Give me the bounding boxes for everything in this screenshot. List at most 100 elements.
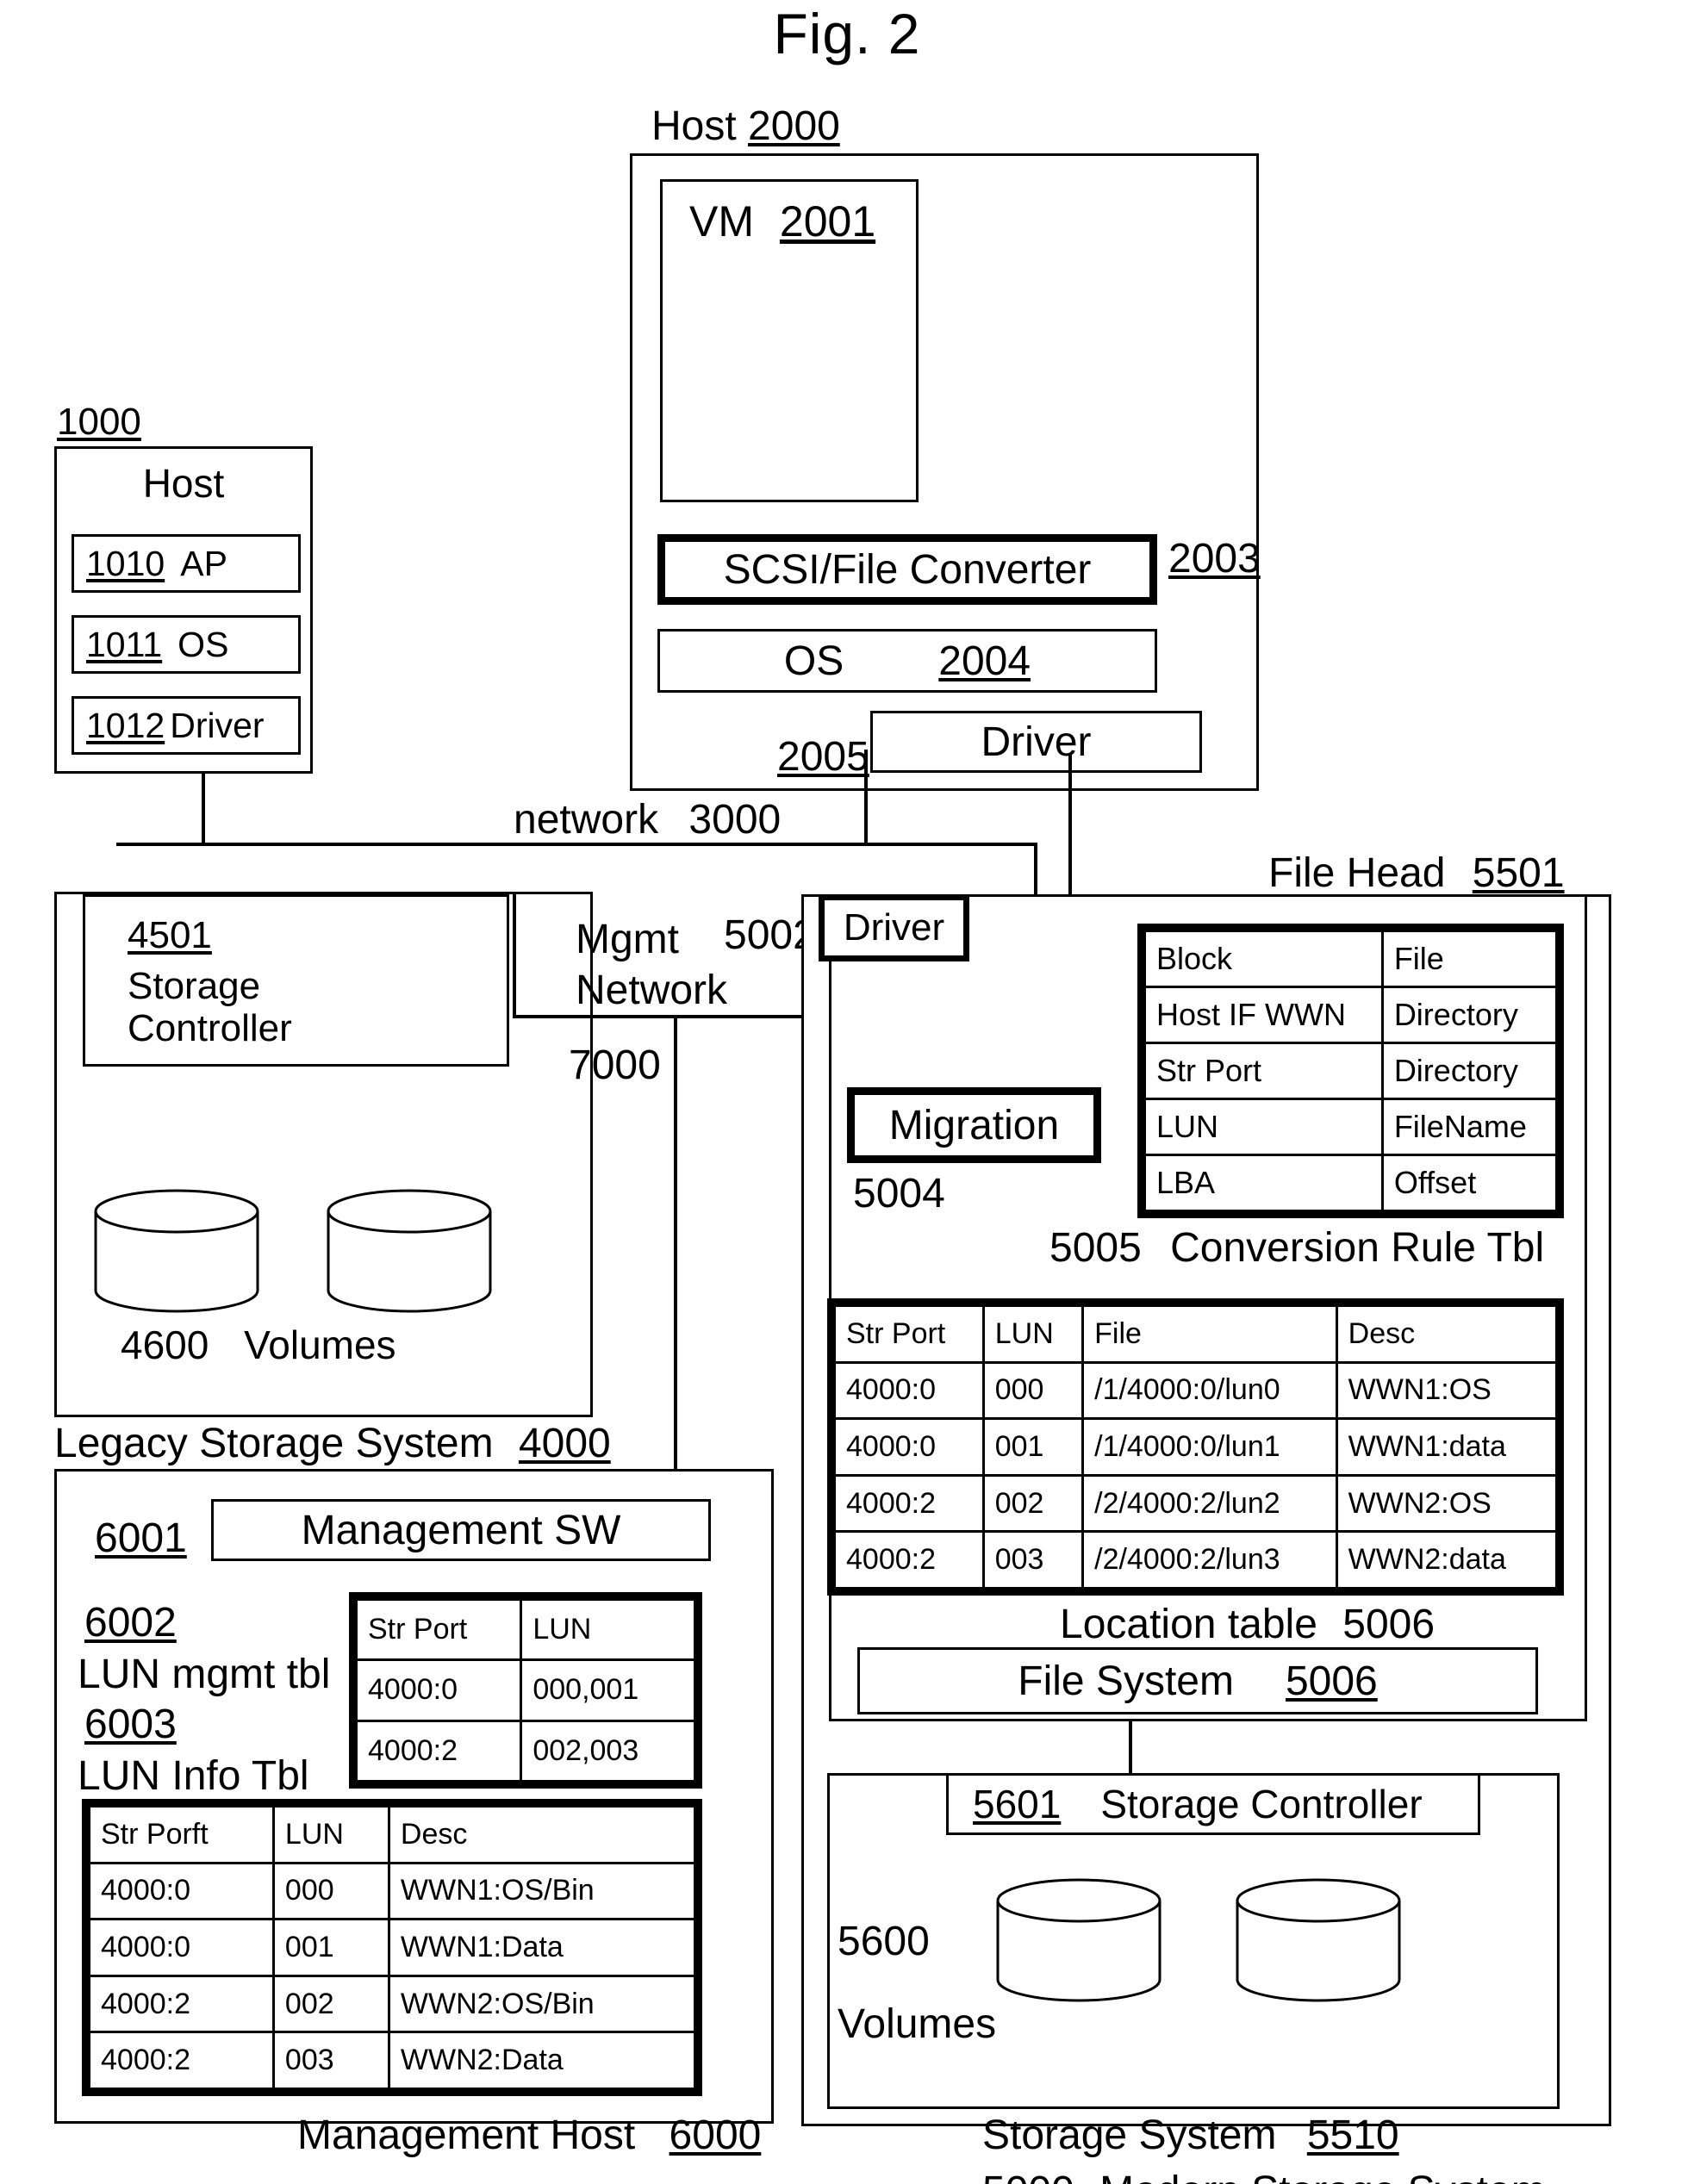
management-host-footer-label: Management Host (297, 2112, 636, 2158)
lun-mgmt-row: 4000:2 002,003 (354, 1719, 696, 1783)
lun-info-cell: 4000:2 (88, 2031, 275, 2090)
conversion-rule-header-cell: File (1380, 930, 1559, 988)
host-2000-driver-box: Driver (870, 711, 1202, 773)
lun-info-table: Str Porft LUN Desc 4000:0 000 WWN1:OS/Bin 4000… (82, 1799, 702, 2096)
network-3000-bus (116, 843, 1037, 846)
vm-ref: 2001 (779, 197, 876, 246)
management-sw-box: Management SW (211, 1499, 711, 1561)
conversion-rule-cell: Directory (1380, 986, 1559, 1044)
legacy-controller-line1: Storage (128, 965, 261, 1007)
file-head-driver-box: Driver (819, 894, 969, 961)
location-table: Str Port LUN File Desc 4000:0 000/1/4000:0/lu… (827, 1298, 1564, 1596)
network-3000-header: network 3000 (514, 800, 781, 841)
lun-info-label: LUN Info Tbl (78, 1753, 309, 1799)
storage-controller-5601-ref: 5601 (973, 1782, 1062, 1826)
conversion-rule-caption: 5005 Conversion Rule Tbl (1049, 1228, 1544, 1269)
conversion-rule-cell: Str Port (1143, 1042, 1384, 1100)
migration-box: Migration (847, 1087, 1101, 1163)
network-drop-filehead-right (1068, 753, 1072, 903)
driver-ref: 1012 (86, 705, 165, 745)
legacy-controller-label: Storage Controller (128, 965, 292, 1050)
legacy-volumes-header: 4600 Volumes (121, 1325, 396, 1365)
converter-ref: 2003 (1168, 536, 1261, 582)
conversion-rule-row: LUN FileName (1143, 1098, 1559, 1156)
file-head-label: File Head (1268, 850, 1446, 896)
modern-volumes-ref: 5600 (838, 1919, 930, 1964)
network-drop-host1000 (202, 774, 205, 846)
location-table-cell: /1/4000:0/lun0 (1081, 1360, 1338, 1421)
host-2000-ref: 2000 (748, 103, 840, 149)
mgmt-network-drop-mgmthost (674, 1015, 677, 1484)
host-1000-os-box: 1011 OS (72, 615, 301, 674)
lun-info-cell: WWN1:OS/Bin (387, 1861, 697, 1921)
conversion-rule-cell: Directory (1380, 1042, 1559, 1100)
location-table-cell: WWN1:data (1335, 1417, 1559, 1477)
lun-info-cell: 4000:0 (88, 1918, 275, 1977)
driver-label: Driver (170, 705, 265, 745)
lun-info-cell: 001 (271, 1918, 390, 1977)
location-table-cell: WWN2:OS (1335, 1473, 1559, 1534)
legacy-controller-ref: 4501 (128, 914, 212, 956)
lun-info-cell: WWN2:Data (387, 2031, 697, 2090)
file-system-label: File System (1018, 1658, 1234, 1704)
lun-info-cell: 4000:2 (88, 1974, 275, 2034)
file-system-to-storage-connector (1129, 1721, 1132, 1775)
location-table-row: 4000:0 000/1/4000:0/lun0 WWN1:OS (833, 1360, 1559, 1421)
network-drop-filehead-left (1034, 843, 1037, 901)
lun-info-header-cell: Desc (387, 1805, 697, 1864)
management-sw-ref: 6001 (95, 1515, 187, 1561)
scsi-file-converter-label: SCSI/File Converter (723, 546, 1092, 593)
location-table-cell: WWN2:data (1335, 1530, 1559, 1590)
location-table-header-cell: File (1081, 1304, 1338, 1364)
legacy-volumes-label: Volumes (244, 1322, 396, 1367)
conversion-rule-cell: LUN (1143, 1098, 1384, 1156)
host-1000-ref: 1000 (57, 401, 141, 443)
conversion-rule-cell: FileName (1380, 1098, 1559, 1156)
location-table-cell: 001 (981, 1417, 1085, 1477)
modern-volumes-header: 5600 Volumes (838, 1901, 996, 2066)
location-table-cell: 4000:0 (833, 1417, 985, 1477)
network-drop-legacy (864, 750, 868, 846)
conversion-rule-cell: Offset (1380, 1154, 1559, 1212)
location-table-caption: Location table 5006 (1060, 1604, 1435, 1646)
legacy-volume-cylinder-1 (94, 1189, 259, 1313)
modern-storage-label: Modern Storage System (1099, 2168, 1546, 2184)
lun-info-header-row: Str Porft LUN Desc (88, 1805, 697, 1864)
modern-storage-footer: 5000 Modern Storage System (982, 2171, 1546, 2184)
file-head-ref: 5501 (1472, 850, 1565, 896)
lun-info-header-cell: Str Porft (88, 1805, 275, 1864)
location-table-cell: 4000:2 (833, 1530, 985, 1590)
location-table-cell: 4000:2 (833, 1473, 985, 1534)
host-2000-os-label: OS (783, 638, 844, 684)
lun-mgmt-cell: 4000:0 (354, 1658, 523, 1722)
lun-info-header-cell: LUN (271, 1805, 390, 1864)
lun-mgmt-cell: 000,001 (520, 1658, 696, 1722)
lun-info-cell: 003 (271, 2031, 390, 2090)
legacy-footer-ref: 4000 (518, 1421, 611, 1466)
conversion-rule-header-cell: Block (1143, 930, 1384, 988)
location-table-row: 4000:0 001/1/4000:0/lun1 WWN1:data (833, 1417, 1559, 1477)
conversion-rule-cell: LBA (1143, 1154, 1384, 1212)
ap-label: AP (180, 543, 227, 583)
modern-storage-ref: 5000 (982, 2168, 1074, 2184)
location-table-cell: /1/4000:0/lun1 (1081, 1417, 1338, 1477)
management-host-footer: Management Host 6000 (297, 2115, 761, 2156)
network-label: network (514, 797, 659, 843)
host-2000-label: Host (651, 103, 737, 149)
storage-system-footer: Storage System 5510 (982, 2115, 1399, 2156)
vm-2001-header: VM 2001 (689, 200, 875, 243)
legacy-storage-footer: Legacy Storage System 4000 (54, 1423, 611, 1465)
legacy-footer-label: Legacy Storage System (54, 1421, 494, 1466)
location-table-header-cell: LUN (981, 1304, 1085, 1364)
lun-info-cell: 000 (271, 1861, 390, 1921)
lun-info-row: 4000:2 003 WWN2:Data (88, 2031, 697, 2090)
storage-system-footer-ref: 5510 (1306, 2112, 1399, 2158)
host-2000-driver-ref: 2005 (777, 734, 869, 780)
network-ref: 3000 (688, 797, 782, 843)
lun-mgmt-header-cell: Str Port (354, 1597, 523, 1662)
host-1000-driver-box: 1012 Driver (72, 696, 301, 755)
scsi-file-converter-box: SCSI/File Converter (657, 534, 1157, 605)
mgmt-network-drop-legacy (513, 894, 516, 1017)
lun-mgmt-table: Str Port LUN 4000:0 000,001 4000:2 002,003 (349, 1592, 702, 1789)
conversion-rule-grid: Block File Host IF WWN Directory Str Port Dir… (1143, 930, 1559, 1212)
